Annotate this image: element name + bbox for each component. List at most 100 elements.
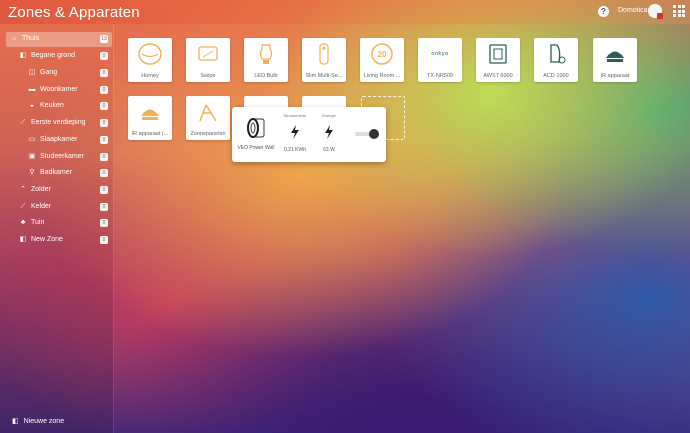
zone-count: 0 — [100, 119, 108, 127]
zone-label: Eerste verdieping — [31, 119, 86, 126]
device-label: IR apparaat (... — [131, 131, 169, 137]
device-label: Zonnepanelen — [190, 131, 226, 137]
zone-count: 13 — [100, 35, 108, 43]
add-zone-icon: ◧ — [12, 418, 19, 425]
zone-item-slaapkamer[interactable]: ▭ Slaapkamer 0 — [6, 133, 112, 148]
toggle-knob — [369, 129, 379, 139]
receiver-brand: onkyo — [431, 51, 449, 57]
zone-label: Begane grond — [31, 52, 75, 59]
add-zone-button[interactable]: ◧ Nieuwe zone — [12, 417, 64, 425]
page-title: Zones & Apparaten — [8, 4, 140, 21]
device-label: ACD 1000 — [543, 73, 569, 79]
roof-icon: ⌃ — [20, 186, 26, 193]
zone-item-kelder[interactable]: ⟋ Kelder 0 — [6, 200, 112, 215]
popup-device-name: VEO Power Wall — [237, 145, 275, 151]
zone-count: 0 — [100, 102, 108, 110]
avatar[interactable] — [648, 4, 663, 19]
stairs-icon: ⟋ — [20, 119, 26, 126]
device-tile-zonnepanelen[interactable]: Zonnepanelen — [186, 96, 230, 140]
zone-icon: ◧ — [19, 236, 27, 243]
zone-item-keuken[interactable]: ◒ Keuken 0 — [6, 99, 112, 114]
zone-item-thuis[interactable]: ⌂ Thuis 13 — [6, 32, 112, 47]
bulb-icon — [244, 42, 288, 66]
pot-icon: ◒ — [29, 102, 35, 109]
device-tile-swipe[interactable]: Swipe — [186, 38, 230, 82]
zone-count: 0 — [100, 52, 108, 60]
apps-grid-icon[interactable] — [673, 5, 685, 17]
zone-label: Gang — [40, 69, 58, 76]
device-tile-acd1000[interactable]: ACD 1000 — [534, 38, 578, 82]
zone-label: Zolder — [31, 186, 51, 193]
device-tile-tx-nr509[interactable]: onkyo TX-NR509 — [418, 38, 462, 82]
zone-label: Keuken — [40, 102, 64, 109]
bed-icon: ▭ — [28, 136, 36, 143]
device-tile-led-bulb[interactable]: LED Bulb — [244, 38, 288, 82]
ir-blaster-icon — [593, 42, 637, 66]
device-label: TX-NR509 — [427, 73, 453, 79]
zone-count: 0 — [100, 69, 108, 77]
ir-blaster-icon — [128, 100, 172, 124]
basement-stairs-icon: ⟋ — [20, 203, 26, 210]
popup-device[interactable]: VEO Power Wall — [237, 113, 275, 157]
zone-label: Woonkamer — [40, 86, 78, 93]
zone-count: 0 — [100, 236, 108, 244]
zone-label: Thuis — [22, 35, 40, 42]
solar-panel-icon — [186, 100, 230, 124]
device-tile-multisensor[interactable]: Slim Multi-Se... — [302, 38, 346, 82]
zone-count: 0 — [100, 219, 108, 227]
zone-item-begane-grond[interactable]: ◧ Begane grond 0 — [6, 49, 112, 64]
zone-label: Tuin — [31, 219, 45, 226]
zone-item-tuin[interactable]: ♣ Tuin 0 — [6, 216, 112, 231]
zone-item-woonkamer[interactable]: ▬ Woonkamer 0 — [6, 83, 112, 98]
device-label: Living Room ... — [363, 73, 401, 79]
swipe-icon — [186, 42, 230, 66]
desk-icon: ▣ — [28, 153, 36, 160]
device-tile-living-room[interactable]: 20 Living Room ... — [360, 38, 404, 82]
thermostat-icon: 20 — [360, 42, 404, 66]
zone-count: 0 — [100, 186, 108, 194]
zone-item-studeerkamer[interactable]: ▣ Studeerkamer 0 — [6, 150, 112, 165]
shower-icon: ⚲ — [29, 169, 35, 176]
device-label: Swipe — [200, 73, 216, 79]
zone-count: 0 — [100, 169, 108, 177]
user-name[interactable]: Domotica — [618, 7, 648, 14]
zone-item-badkamer[interactable]: ⚲ Badkamer 0 — [6, 166, 112, 181]
dimmer-icon — [534, 42, 578, 66]
device-label: IR apparaat — [600, 73, 630, 79]
zone-count: 0 — [100, 203, 108, 211]
floor-plan-icon: ◧ — [19, 52, 27, 59]
wall-switch-icon — [476, 42, 520, 66]
notification-badge — [657, 13, 663, 19]
device-tile-homey[interactable]: Homey — [128, 38, 172, 82]
device-label: Slim Multi-Se... — [305, 73, 343, 79]
receiver-icon: onkyo — [418, 42, 462, 66]
lightning-icon — [325, 125, 333, 139]
capability-energie: Energie 63 W — [309, 113, 349, 153]
zone-item-eerste-verdieping[interactable]: ⟋ Eerste verdieping 0 — [6, 116, 112, 131]
multisensor-icon — [302, 42, 346, 66]
sofa-icon: ▬ — [28, 86, 36, 93]
zone-count: 0 — [100, 136, 108, 144]
help-button[interactable]: ? — [598, 6, 609, 17]
zone-label: Kelder — [31, 203, 52, 210]
zone-item-zolder[interactable]: ⌃ Zolder 0 — [6, 183, 112, 198]
zone-count: 0 — [100, 153, 108, 161]
power-wall-icon — [247, 118, 265, 138]
device-label: AWST 6000 — [483, 73, 513, 79]
zone-count: 0 — [100, 86, 108, 94]
house-icon: ⌂ — [11, 35, 17, 42]
onoff-toggle[interactable] — [355, 129, 379, 139]
zone-item-new-zone[interactable]: ◧ New Zone 0 — [6, 233, 112, 248]
device-label: LED Bulb — [254, 73, 278, 79]
zone-item-gang[interactable]: ◫ Gang 0 — [6, 66, 112, 81]
device-tile-ir-apparaat[interactable]: IR apparaat — [593, 38, 637, 82]
lightning-icon — [291, 125, 299, 139]
device-tile-awst6000[interactable]: AWST 6000 — [476, 38, 520, 82]
device-tile-ir-apparaat-2[interactable]: IR apparaat (... — [128, 96, 172, 140]
capability-value: 63 W — [323, 147, 335, 153]
zone-label: Slaapkamer — [40, 136, 78, 143]
zone-label: Studeerkamer — [40, 153, 84, 160]
thermostat-value: 20 — [378, 50, 387, 59]
capability-label: Energie — [322, 113, 336, 118]
add-zone-label: Nieuwe zone — [23, 418, 65, 425]
